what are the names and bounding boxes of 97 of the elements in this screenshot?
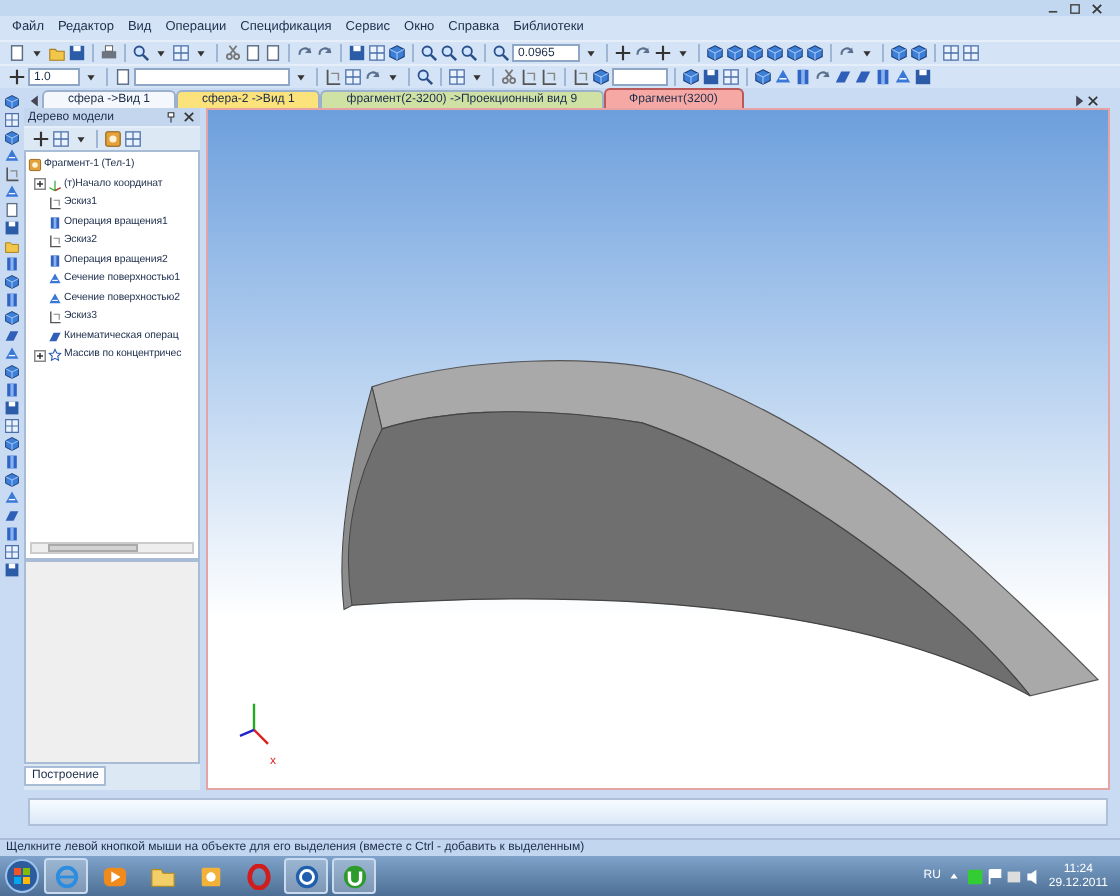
combo-field[interactable] — [134, 68, 290, 86]
cube-icon[interactable] — [4, 130, 20, 146]
pin-icon[interactable] — [164, 110, 178, 124]
tray-icons-drawing[interactable] — [968, 867, 1041, 885]
search-icon[interactable] — [492, 44, 510, 62]
play-icon — [101, 863, 127, 889]
cube-icon[interactable] — [4, 364, 20, 380]
rotation-body-icon[interactable] — [4, 526, 20, 542]
sketch-icon[interactable] — [4, 166, 20, 182]
grid-icon[interactable] — [942, 44, 960, 62]
rotation-body-icon[interactable] — [4, 382, 20, 398]
kinematic-icon — [48, 329, 62, 344]
grid-icon[interactable] — [368, 44, 386, 62]
cube-icon[interactable] — [766, 44, 784, 62]
cube-icon[interactable] — [890, 44, 908, 62]
cube-icon[interactable] — [682, 68, 700, 86]
star-icon — [48, 348, 62, 363]
cube-icon[interactable] — [746, 44, 764, 62]
close-icon[interactable] — [1086, 94, 1100, 108]
sketch-icon — [48, 234, 62, 249]
rotation-body-icon[interactable] — [4, 292, 20, 308]
maximize-icon[interactable] — [1068, 1, 1082, 15]
taskbar-button[interactable] — [332, 858, 376, 894]
app-icon — [197, 863, 223, 889]
search-icon[interactable] — [416, 68, 434, 86]
surface-section-icon[interactable] — [4, 184, 20, 200]
surface-section-icon[interactable] — [894, 68, 912, 86]
surface-section-icon[interactable] — [4, 346, 20, 362]
sketch-icon[interactable] — [540, 68, 558, 86]
cube-icon[interactable] — [4, 436, 20, 452]
grid-icon[interactable] — [124, 130, 142, 148]
grid-icon[interactable] — [4, 418, 20, 434]
cube-icon[interactable] — [4, 472, 20, 488]
cube-icon[interactable] — [754, 68, 772, 86]
axis-triad-icon — [239, 703, 269, 745]
surface-section-icon[interactable] — [774, 68, 792, 86]
input-field[interactable] — [612, 68, 668, 86]
cube-icon[interactable] — [4, 94, 20, 110]
circle-logo-icon — [293, 863, 319, 889]
rotation-body-icon — [48, 253, 62, 268]
taskbar-button[interactable] — [284, 858, 328, 894]
search-icon[interactable] — [420, 44, 438, 62]
expand-icon[interactable] — [34, 349, 46, 362]
rotation-body-icon[interactable] — [4, 454, 20, 470]
part-icon — [28, 158, 42, 173]
axes-icon — [48, 177, 62, 192]
move-cross-icon[interactable] — [8, 68, 26, 86]
sketch-icon — [48, 310, 62, 325]
start-button[interactable] — [4, 858, 40, 894]
sketch-icon[interactable] — [520, 68, 538, 86]
page-icon[interactable] — [4, 202, 20, 218]
grid-icon[interactable] — [344, 68, 362, 86]
sketch-icon — [48, 196, 62, 211]
tray-arrow-icon[interactable] — [948, 870, 961, 882]
scissors-icon[interactable] — [500, 68, 518, 86]
rotation-body-icon[interactable] — [794, 68, 812, 86]
rotation-body-icon[interactable] — [4, 256, 20, 272]
surface-section-icon[interactable] — [4, 148, 20, 164]
cube-icon[interactable] — [4, 310, 20, 326]
globe-icon — [53, 863, 79, 889]
grid-icon[interactable] — [962, 44, 980, 62]
surface-section-icon[interactable] — [4, 490, 20, 506]
sketch-icon[interactable] — [572, 68, 590, 86]
cube-icon[interactable] — [806, 44, 824, 62]
grid-icon[interactable] — [722, 68, 740, 86]
page-icon[interactable] — [114, 68, 132, 86]
page-icon[interactable] — [8, 44, 26, 62]
kinematic-icon[interactable] — [4, 508, 20, 524]
close-icon[interactable] — [1090, 1, 1104, 15]
cube-icon[interactable] — [786, 44, 804, 62]
move-cross-icon[interactable] — [654, 44, 672, 62]
folder-icon — [149, 863, 175, 889]
cube-icon[interactable] — [726, 44, 744, 62]
kinematic-icon[interactable] — [4, 328, 20, 344]
move-cross-icon[interactable] — [614, 44, 632, 62]
rotation-body-icon — [48, 215, 62, 230]
sketch-icon[interactable] — [324, 68, 342, 86]
search-icon[interactable] — [460, 44, 478, 62]
scrollbar[interactable] — [30, 542, 194, 554]
grid-icon[interactable] — [4, 112, 20, 128]
cube-icon[interactable] — [706, 44, 724, 62]
search-icon[interactable] — [132, 44, 150, 62]
cube-icon[interactable] — [388, 44, 406, 62]
scissors-icon[interactable] — [224, 44, 242, 62]
move-cross-icon[interactable] — [32, 130, 50, 148]
printer-icon[interactable] — [100, 44, 118, 62]
close-icon[interactable] — [182, 110, 196, 124]
part-icon[interactable] — [104, 130, 122, 148]
rotation-body-icon[interactable] — [874, 68, 892, 86]
cube-icon[interactable] — [4, 274, 20, 290]
search-icon[interactable] — [440, 44, 458, 62]
cube-icon[interactable] — [910, 44, 928, 62]
grid-icon[interactable] — [4, 544, 20, 560]
cube-icon[interactable] — [592, 68, 610, 86]
u-logo-icon — [341, 863, 367, 889]
ring-icon — [245, 863, 271, 889]
expand-icon[interactable] — [34, 178, 46, 191]
